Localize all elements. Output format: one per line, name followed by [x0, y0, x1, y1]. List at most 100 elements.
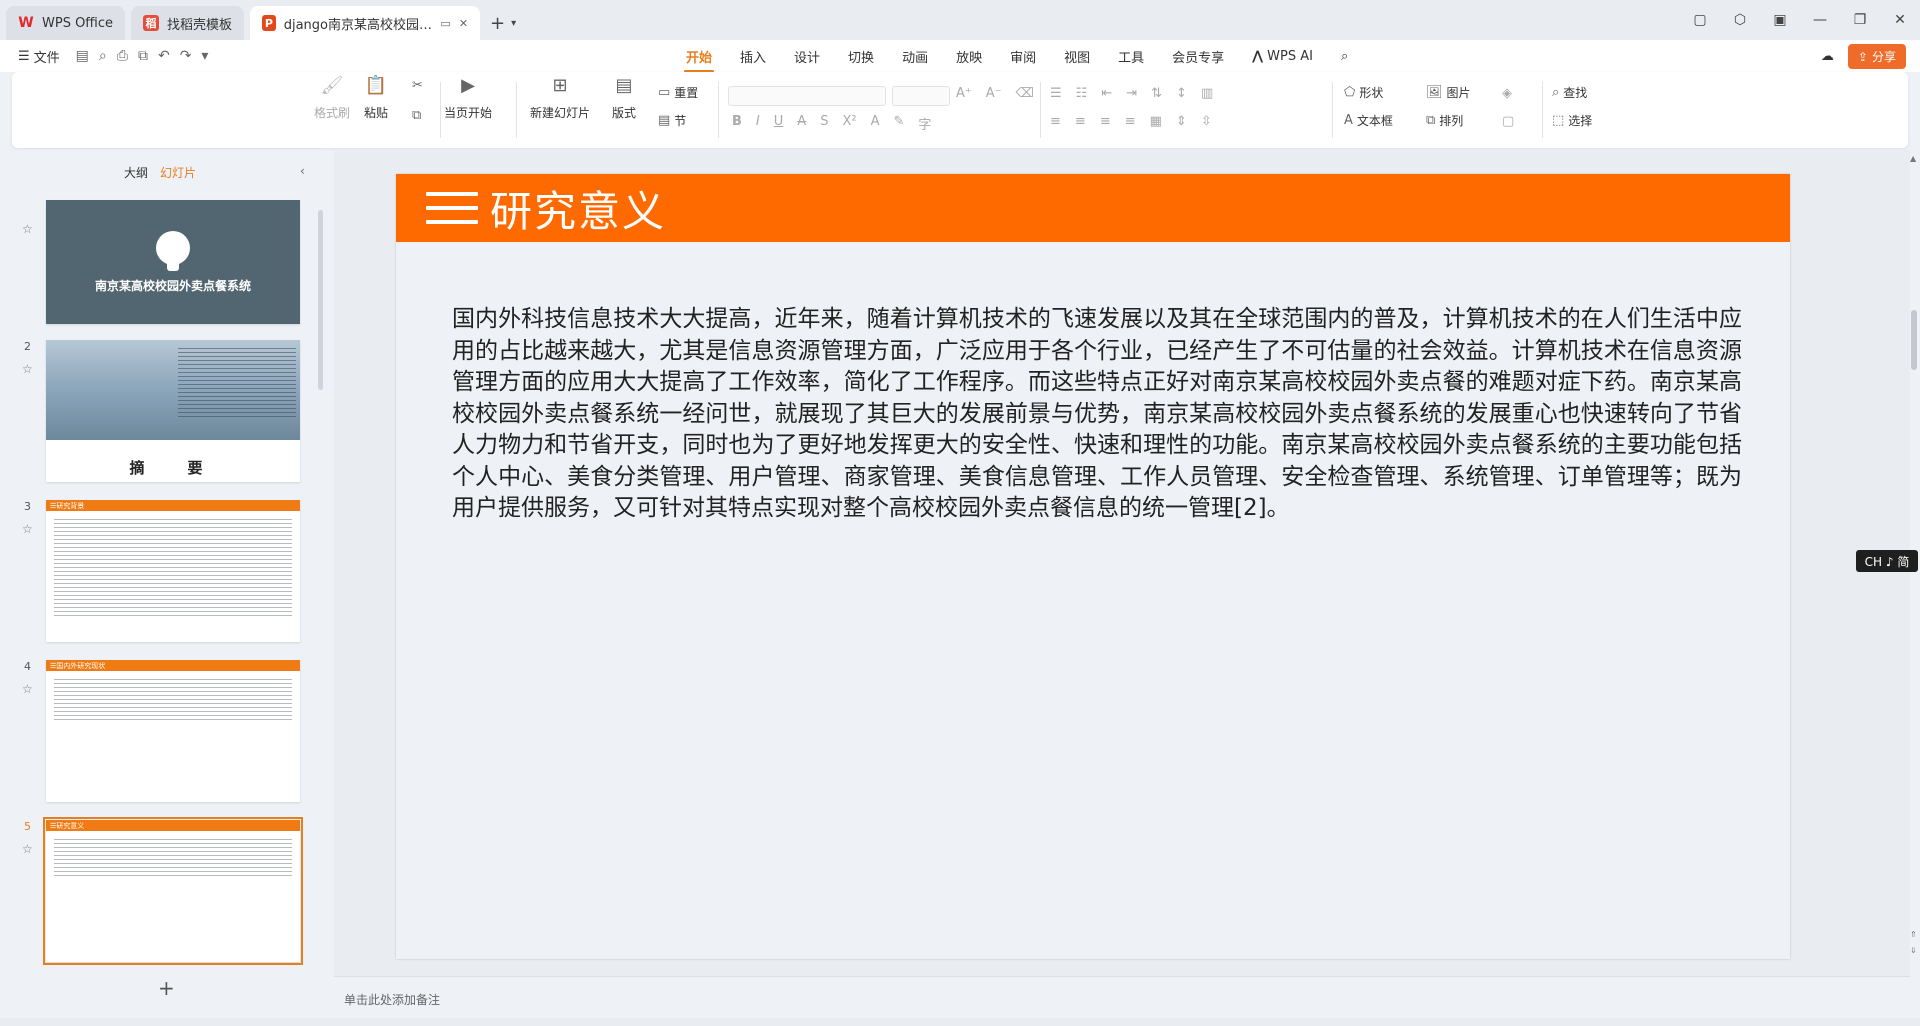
undo-icon[interactable]: ↶	[158, 48, 170, 64]
star-icon[interactable]: ☆	[22, 682, 33, 696]
ribbon-tab-insert[interactable]: 插入	[726, 47, 780, 66]
search-icon[interactable]: ⌕	[1327, 49, 1362, 64]
avatar[interactable]: ▣	[1760, 12, 1800, 28]
ribbon-tab-view[interactable]: 视图	[1050, 47, 1104, 66]
scroll-up-icon[interactable]: ▲	[1910, 154, 1916, 163]
distribute-icon[interactable]: ▦	[1150, 114, 1162, 129]
columns-icon[interactable]: ▥	[1201, 86, 1213, 101]
tab-docer-templates[interactable]: 稻 找稻壳模板	[131, 6, 245, 40]
print-icon[interactable]: ⎙	[117, 48, 128, 64]
clear-format-icon[interactable]: ⌫	[1016, 86, 1034, 101]
decrease-indent-icon[interactable]: ⇤	[1101, 86, 1112, 101]
slide-thumbnail-5[interactable]: ☰ 研究意义	[43, 817, 303, 965]
pane-scrollbar[interactable]	[318, 210, 323, 390]
chevron-left-icon[interactable]: ‹	[300, 164, 305, 178]
tab-slides[interactable]: 幻灯片	[160, 164, 196, 181]
font-size-select[interactable]	[892, 86, 950, 106]
star-icon[interactable]: ☆	[22, 842, 33, 856]
wps-ai-button[interactable]: ⋀ WPS AI	[1238, 49, 1327, 64]
increase-font-icon[interactable]: A⁺	[956, 86, 972, 101]
shadow-icon[interactable]: S	[820, 114, 828, 133]
editor-scrollbar[interactable]: ▲ ⇑ ⇓	[1908, 150, 1920, 976]
current-slide[interactable]: 研究意义 国内外科技信息技术大大提高，近年来，随着计算机技术的飞速发展以及其在全…	[396, 174, 1790, 959]
format-painter-button[interactable]: 🖌 格式刷	[314, 72, 350, 121]
italic-icon[interactable]: I	[756, 114, 760, 133]
chevron-down-icon[interactable]: ▾	[201, 48, 208, 64]
ribbon-tab-tools[interactable]: 工具	[1104, 47, 1158, 66]
ribbon-tab-home[interactable]: 开始	[672, 47, 726, 73]
slide-thumbnail-4[interactable]: ☰ 国内外研究现状	[46, 660, 300, 802]
char-spacing-icon[interactable]: 字	[918, 114, 931, 133]
fill-icon[interactable]: ◈	[1502, 86, 1512, 101]
arrange-button[interactable]: ⧉ 排列	[1426, 112, 1463, 129]
paste-button[interactable]: 📋 粘贴	[364, 72, 388, 121]
highlight-icon[interactable]: ✎	[893, 114, 904, 133]
ribbon-tab-design[interactable]: 设计	[780, 47, 834, 66]
outline-icon[interactable]: ▢	[1502, 114, 1514, 129]
decrease-font-icon[interactable]: A⁻	[986, 86, 1002, 101]
cut-button[interactable]: ✂	[412, 78, 423, 93]
bold-icon[interactable]: B	[732, 114, 742, 133]
scroll-page-down-icon[interactable]: ⇓	[1910, 946, 1917, 955]
find-button[interactable]: ⌕ 查找	[1552, 84, 1587, 101]
increase-indent-icon[interactable]: ⇥	[1126, 86, 1137, 101]
section-button[interactable]: ▤ 节	[658, 112, 686, 129]
layout-icon[interactable]: ▢	[1680, 12, 1720, 28]
layout-button[interactable]: ▤ 版式	[612, 72, 636, 121]
slide-body-text[interactable]: 国内外科技信息技术大大提高，近年来，随着计算机技术的飞速发展以及其在全球范围内的…	[452, 304, 1742, 525]
print-preview-icon[interactable]: ⧉	[138, 48, 148, 64]
slide-title[interactable]: 研究意义	[490, 178, 666, 239]
ribbon-tab-slideshow[interactable]: 放映	[942, 47, 996, 66]
export-icon[interactable]: ⌕	[99, 48, 107, 64]
star-icon[interactable]: ☆	[22, 222, 33, 236]
add-slide-button[interactable]: +	[158, 976, 175, 1000]
select-button[interactable]: ⬚ 选择	[1552, 112, 1592, 129]
save-icon[interactable]: ▤	[76, 48, 89, 64]
align-center-icon[interactable]: ≡	[1075, 114, 1086, 129]
scrollbar-thumb[interactable]	[1911, 310, 1917, 370]
underline-icon[interactable]: U	[774, 114, 784, 133]
ribbon-tab-transition[interactable]: 切换	[834, 47, 888, 66]
play-from-current-button[interactable]: ▶ 当页开始	[444, 72, 492, 121]
tab-wps-office[interactable]: W WPS Office	[6, 6, 126, 40]
line-spacing-icon[interactable]: ↕	[1176, 86, 1187, 101]
paragraph-spacing-icon[interactable]: ⇳	[1201, 114, 1212, 129]
slide-thumbnail-2[interactable]: 摘 要	[46, 340, 300, 482]
strikethrough-icon[interactable]: A	[797, 114, 806, 133]
cube-icon[interactable]: ⬡	[1720, 12, 1760, 28]
monitor-icon[interactable]: ▭	[440, 17, 450, 30]
vertical-align-icon[interactable]: ⇕	[1176, 114, 1187, 129]
slide-thumbnail-3[interactable]: ☰ 研究背景	[46, 500, 300, 642]
justify-icon[interactable]: ≡	[1125, 114, 1136, 129]
ribbon-tab-animation[interactable]: 动画	[888, 47, 942, 66]
numbered-list-icon[interactable]: ☷	[1076, 86, 1088, 101]
reset-button[interactable]: ▭ 重置	[658, 84, 698, 101]
superscript-icon[interactable]: X²	[842, 114, 856, 133]
restore-button[interactable]: ❐	[1840, 12, 1880, 28]
new-tab-button[interactable]: + ▾	[480, 6, 526, 40]
share-button[interactable]: ⇪ 分享	[1847, 44, 1906, 69]
align-left-icon[interactable]: ≡	[1050, 114, 1061, 129]
ribbon-tab-member[interactable]: 会员专享	[1158, 47, 1238, 66]
tab-outline[interactable]: 大纲	[124, 164, 148, 181]
copy-button[interactable]: ⧉	[412, 108, 421, 123]
font-color-icon[interactable]: A	[871, 114, 880, 133]
minimize-button[interactable]: —	[1800, 12, 1840, 28]
textbox-button[interactable]: A 文本框	[1344, 112, 1393, 129]
shape-button[interactable]: ⬠ 形状	[1344, 84, 1383, 101]
star-icon[interactable]: ☆	[22, 362, 33, 376]
scroll-page-up-icon[interactable]: ⇑	[1910, 930, 1917, 939]
close-window-button[interactable]: ✕	[1880, 12, 1920, 28]
tab-current-document[interactable]: P django南京某高校校园外卖… ▭ ✕	[250, 6, 481, 40]
text-direction-icon[interactable]: ⇅	[1151, 86, 1162, 101]
close-tab-icon[interactable]: ✕	[459, 17, 468, 30]
bullet-list-icon[interactable]: ☰	[1050, 86, 1062, 101]
redo-icon[interactable]: ↷	[180, 48, 192, 64]
ribbon-tab-review[interactable]: 审阅	[996, 47, 1050, 66]
star-icon[interactable]: ☆	[22, 522, 33, 536]
slide-thumbnail-1[interactable]: 南京某高校校园外卖点餐系统	[46, 200, 300, 324]
cloud-upload-icon[interactable]: ☁	[1821, 49, 1834, 64]
font-family-select[interactable]	[728, 86, 886, 106]
new-slide-button[interactable]: ⊞ 新建幻灯片	[530, 72, 590, 121]
picture-button[interactable]: 🖼 图片	[1426, 84, 1471, 101]
